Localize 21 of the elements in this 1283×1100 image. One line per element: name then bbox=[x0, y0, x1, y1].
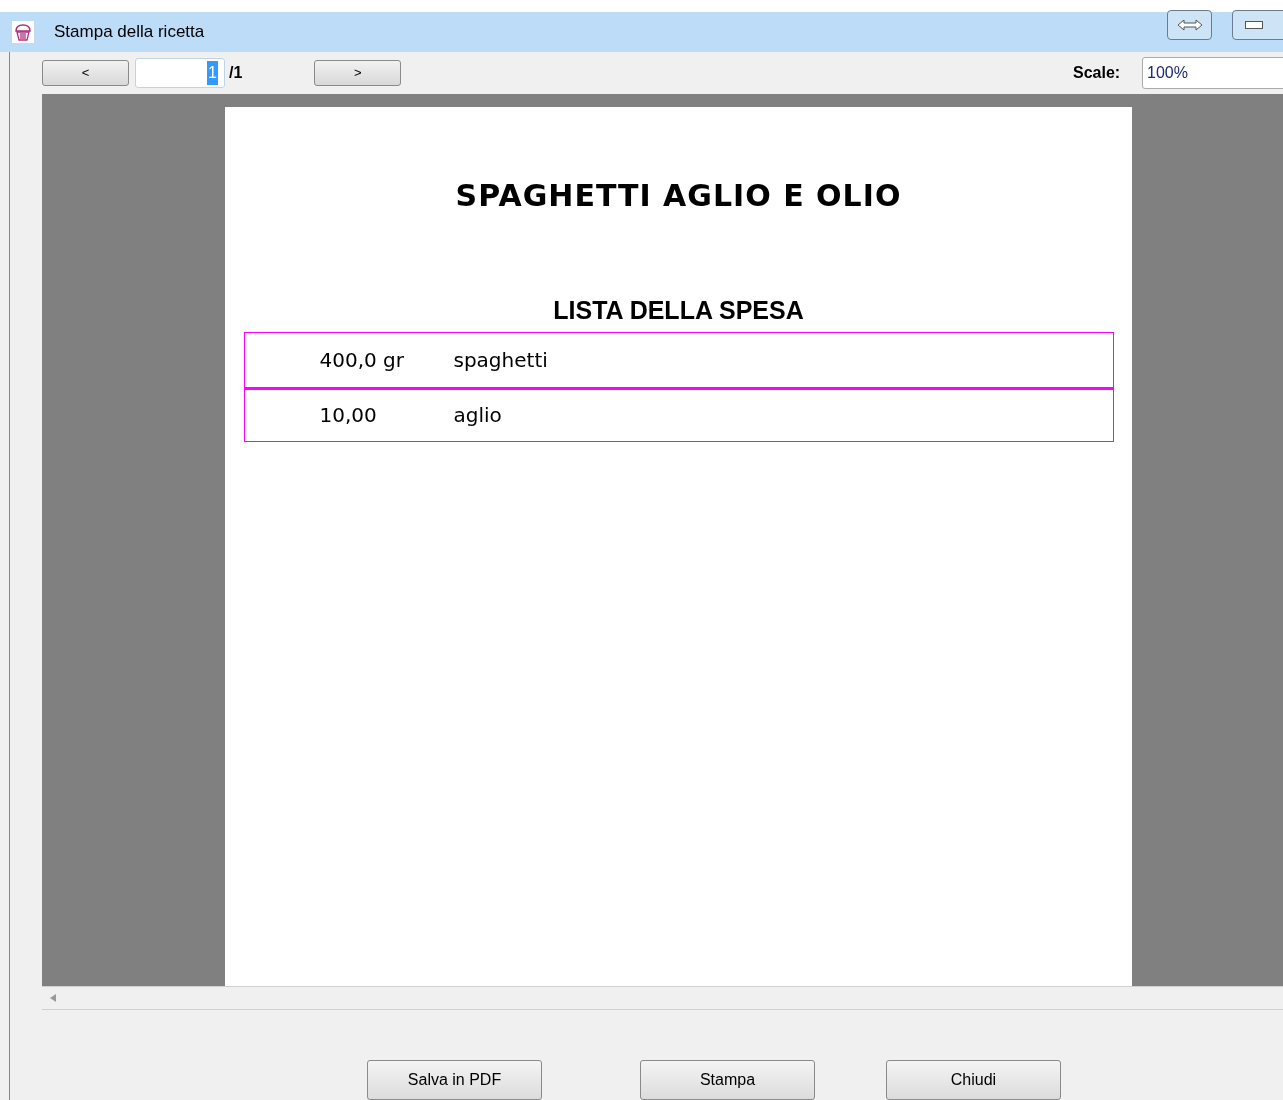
dialog-button[interactable]: Chiudi bbox=[886, 1060, 1061, 1100]
minimize-button[interactable] bbox=[1232, 10, 1283, 40]
page-total: /1 bbox=[229, 63, 243, 84]
ingredient-cell-text: aglio bbox=[453, 402, 502, 430]
resize-button[interactable] bbox=[1167, 10, 1212, 40]
scale-label: Scale: bbox=[1073, 63, 1121, 84]
next-page-button[interactable]: > bbox=[314, 60, 402, 87]
ingredient-cell-text: spaghetti bbox=[453, 346, 548, 374]
scroll-left-icon[interactable] bbox=[50, 994, 56, 1003]
dialog-button[interactable]: Salva in PDF bbox=[367, 1060, 542, 1100]
recipe-title: SPAGHETTI AGLIO E OLIO bbox=[455, 177, 902, 216]
double-arrow-icon bbox=[1176, 19, 1203, 31]
cupcake-icon bbox=[12, 21, 34, 43]
section-heading: LISTA DELLA SPESA bbox=[553, 295, 804, 327]
quantity-cell-text: 400,0 gr bbox=[319, 346, 406, 374]
window-title: Stampa della ricetta bbox=[54, 21, 205, 44]
quantity-cell-text: 10,00 bbox=[319, 402, 378, 430]
previous-page-button[interactable]: < bbox=[42, 60, 129, 87]
dialog-button[interactable]: Stampa bbox=[640, 1060, 815, 1100]
scale-field[interactable]: 100% bbox=[1142, 57, 1283, 90]
minimize-icon bbox=[1245, 21, 1263, 29]
